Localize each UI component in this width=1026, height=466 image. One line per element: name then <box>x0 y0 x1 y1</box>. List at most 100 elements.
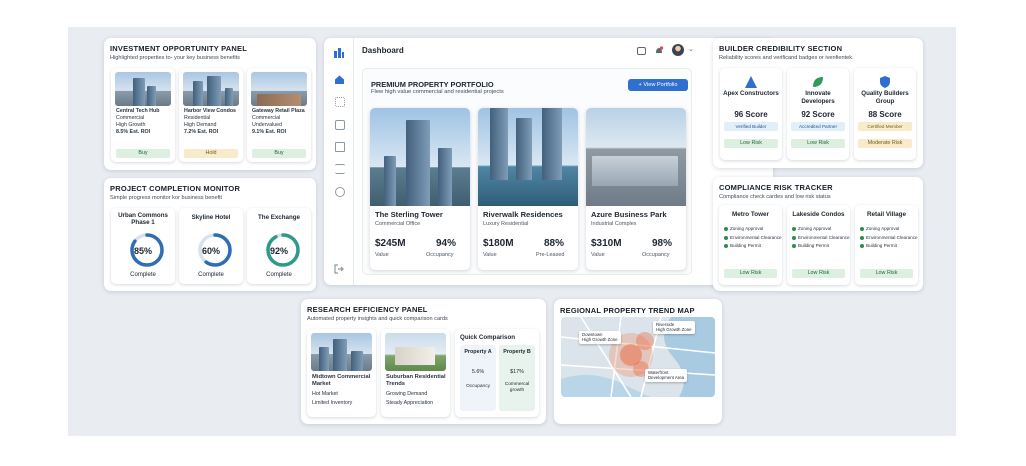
app-logo-icon[interactable] <box>333 46 345 58</box>
research-title: RESEARCH EFFICIENCY PANEL <box>307 305 428 314</box>
column-b-header: Property B <box>503 349 531 355</box>
building-icon[interactable] <box>335 142 345 152</box>
project-completion-panel: PROJECT COMPLETION MONITOR Simple progre… <box>104 178 316 291</box>
completion-title: PROJECT COMPLETION MONITOR <box>110 184 241 193</box>
comparison-column-a: Property A 5.6% Occupancy <box>460 345 496 411</box>
property-name: Azure Business Park <box>591 210 667 219</box>
grid-icon[interactable] <box>335 97 345 107</box>
portfolio-subtitle: Flew high value commercial and residenti… <box>371 89 504 95</box>
property-value: $310M <box>591 238 622 249</box>
project-name: The Exchange <box>258 214 300 221</box>
property-photo <box>251 72 307 106</box>
check-item: Environmental Clearance <box>860 234 918 243</box>
triangle-logo-icon <box>745 76 757 88</box>
investment-note: Undervalued <box>252 122 283 128</box>
notification-bell-icon[interactable] <box>654 46 664 56</box>
property-photo <box>370 108 470 206</box>
compliance-title: COMPLIANCE RISK TRACKER <box>719 183 833 192</box>
research-insight: Limited Inventory <box>312 400 353 406</box>
research-efficiency-panel: RESEARCH EFFICIENCY PANEL Automated prop… <box>301 299 546 424</box>
property-card[interactable]: Riverwalk Residences Luxury Residential … <box>478 108 578 270</box>
risk-status: Low Risk <box>860 269 913 278</box>
user-avatar[interactable] <box>672 44 684 56</box>
dashboard-window: Dashboard ⌄ PREMIUM PROPERTY PORTFOLIO F… <box>324 38 773 285</box>
property-name: The Sterling Tower <box>375 210 443 219</box>
compliance-card[interactable]: Lakeside Condos Zoning Approval Environm… <box>787 205 850 285</box>
property-metric-label: Occupancy <box>642 252 670 258</box>
column-b-value: $17% <box>510 369 524 375</box>
map-title: REGIONAL PROPERTY TREND MAP <box>560 306 695 315</box>
progress-percent: 60% <box>201 246 220 256</box>
progress-status: Complete <box>198 272 224 278</box>
list-icon[interactable] <box>335 164 345 174</box>
compliance-risk-panel: COMPLIANCE RISK TRACKER Compliance check… <box>713 177 923 291</box>
builder-name: Quality Builders Group <box>861 90 909 105</box>
settings-icon[interactable] <box>335 187 345 197</box>
research-insight: Hot Market <box>312 391 338 397</box>
shield-logo-icon <box>880 76 890 88</box>
progress-status: Complete <box>266 272 292 278</box>
logout-icon[interactable] <box>334 264 344 274</box>
builder-card[interactable]: Quality Builders Group 88 Score Certifie… <box>854 68 916 160</box>
research-card-title: Midtown Commercial Market <box>312 374 371 387</box>
quick-comparison-card[interactable]: Quick Comparison Property A 5.6% Occupan… <box>455 329 539 417</box>
progress-percent: 92% <box>269 246 288 256</box>
investment-card[interactable]: Harbor View Condos Residential High Dema… <box>179 68 243 162</box>
buy-button[interactable]: Buy <box>252 149 306 158</box>
research-insight: Steady Appreciation <box>386 400 434 406</box>
property-photo <box>586 108 686 206</box>
canvas-background: INVESTMENT OPPORTUNITY PANEL Highlighted… <box>68 27 956 436</box>
chat-icon[interactable] <box>637 47 646 55</box>
property-metric: 98% <box>652 238 673 249</box>
property-type: Industrial Complex <box>591 221 637 227</box>
hold-button[interactable]: Hold <box>184 149 238 158</box>
builder-card[interactable]: Innovate Developers 92 Score Accredited … <box>787 68 849 160</box>
view-portfolio-button[interactable]: + View Portfolio <box>628 79 688 91</box>
compliance-subtitle: Compliance check cardes and low risk sta… <box>719 194 831 200</box>
property-photo <box>478 108 578 206</box>
property-value-label: Value <box>591 252 605 258</box>
compliance-card[interactable]: Retail Village Zoning Approval Environme… <box>855 205 918 285</box>
property-photo <box>311 333 372 371</box>
column-a-header: Property A <box>464 349 492 355</box>
map-marker-downtown[interactable]: Downtown High Growth Zone <box>579 331 621 344</box>
marker-subtitle: High Growth Zone <box>582 337 618 343</box>
research-card[interactable]: Suburban Residential Trends Growing Dema… <box>381 329 450 417</box>
chart-icon[interactable] <box>335 120 345 130</box>
property-card[interactable]: Azure Business Park Industrial Complex $… <box>586 108 686 270</box>
project-name: Skyline Hotel <box>191 214 231 221</box>
research-subtitle: Automated property insights and quick co… <box>307 316 448 322</box>
check-item: Environmental Clearance <box>724 234 782 243</box>
investment-note: High Demand <box>184 122 217 128</box>
investment-card[interactable]: Central Tech Hub Commercial High Growth … <box>111 68 175 162</box>
research-insight: Growing Demand <box>386 391 428 397</box>
risk-status: Moderate Risk <box>858 139 912 148</box>
column-b-label: Commercal growth <box>504 382 530 393</box>
completion-card[interactable]: The Exchange 92% Complete <box>247 208 311 284</box>
builder-card[interactable]: Apex Constructors 96 Score Verified Buil… <box>720 68 782 160</box>
investment-type: Commercial <box>116 115 145 121</box>
comparison-title: Quick Comparison <box>460 334 516 341</box>
completion-card[interactable]: Urban Commons Phase 1 85% Complete <box>111 208 175 284</box>
builder-credibility-panel: BUILDER CREDIBILITY SECTION Reliability … <box>713 38 923 168</box>
research-card[interactable]: Midtown Commercial Market Hot Market Lim… <box>307 329 376 417</box>
map-marker-waterfront[interactable]: Waterfront Development Area <box>645 369 688 382</box>
map-marker-riverside[interactable]: Riverside High Growth Zone <box>653 321 695 334</box>
column-a-value: 5.6% <box>471 369 485 375</box>
chevron-down-icon[interactable]: ⌄ <box>688 45 694 53</box>
portfolio-title: PREMIUM PROPERTY PORTFOLIO <box>371 80 494 89</box>
completion-card[interactable]: Skyline Hotel 60% Complete <box>179 208 243 284</box>
regional-trend-map-panel: REGIONAL PROPERTY TREND MAP Downtown Hig… <box>554 299 722 424</box>
investment-name: Gateway Retail Plaza <box>252 108 305 114</box>
investment-title: INVESTMENT OPPORTUNITY PANEL <box>110 44 248 53</box>
trend-map[interactable]: Downtown High Growth Zone Riverside High… <box>561 317 715 397</box>
investment-roi: 7.2% Est. ROI <box>184 129 219 135</box>
home-icon[interactable] <box>334 74 345 85</box>
investment-opportunity-panel: INVESTMENT OPPORTUNITY PANEL Highlighted… <box>104 38 316 170</box>
property-metric-label: Pre-Leased <box>536 252 565 258</box>
compliance-card[interactable]: Metro Tower Zoning Approval Environmenta… <box>719 205 782 285</box>
dashboard-title: Dashboard <box>362 46 404 55</box>
property-card[interactable]: The Sterling Tower Commercial Office $24… <box>370 108 470 270</box>
buy-button[interactable]: Buy <box>116 149 170 158</box>
investment-card[interactable]: Gateway Retail Plaza Commercial Underval… <box>247 68 311 162</box>
